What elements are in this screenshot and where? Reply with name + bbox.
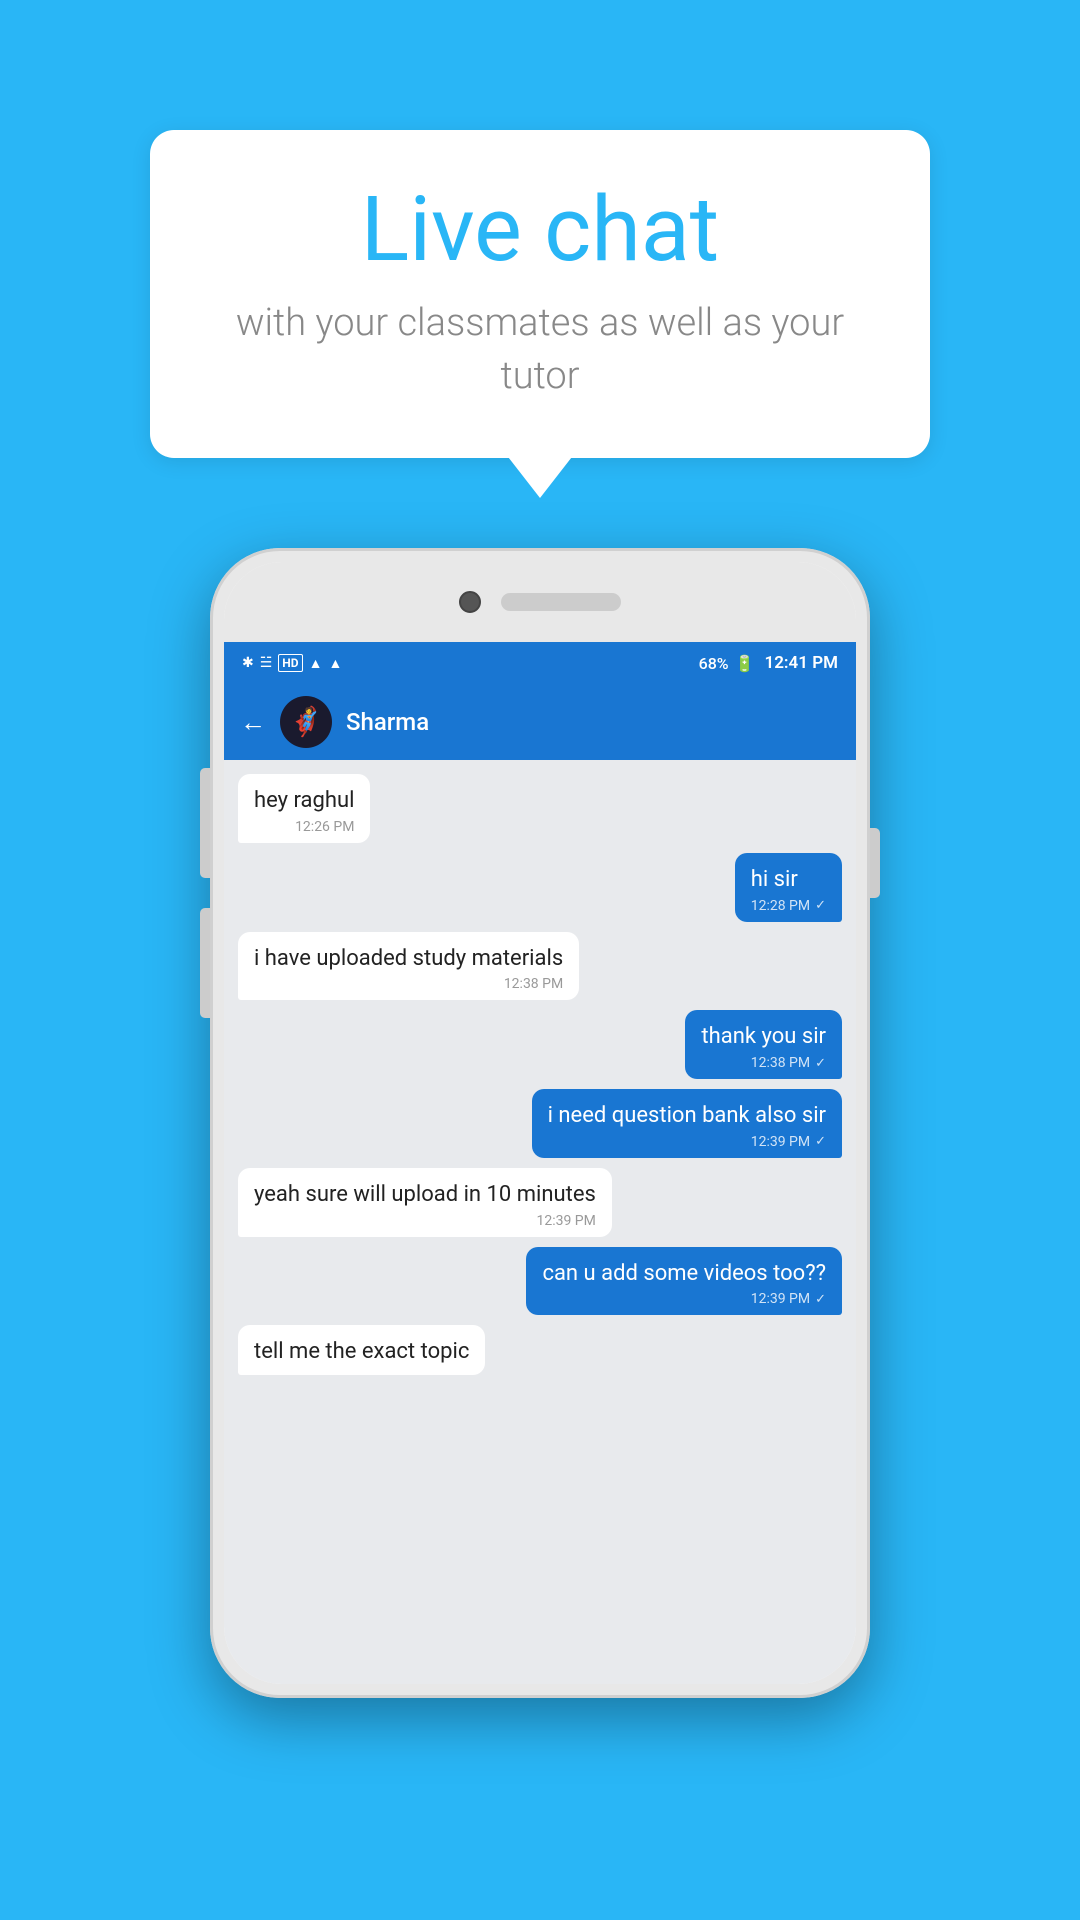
status-left-icons: ✱ ☱ HD ▲ ▲ [242, 654, 342, 672]
message-time: 12:39 PM [751, 1291, 810, 1307]
message-time: 12:28 PM [751, 898, 810, 914]
signal-icon: ☱ [260, 655, 273, 671]
message-time: 12:39 PM [751, 1134, 810, 1150]
message-row: hey raghul 12:26 PM [238, 774, 842, 843]
message-row: yeah sure will upload in 10 minutes 12:39… [238, 1168, 842, 1237]
chat-messages: hey raghul 12:26 PM hi sir 12:28 PM ✓ i have … [224, 760, 856, 1684]
bubble-subtitle: with your classmates as well as your tut… [220, 297, 860, 403]
bubble-title: Live chat [220, 180, 860, 279]
message-row: i need question bank also sir 12:39 PM ✓ [238, 1089, 842, 1158]
hd-icon: HD [278, 654, 302, 672]
message-meta: 12:38 PM ✓ [701, 1055, 826, 1071]
message-bubble: tell me the exact topic [238, 1325, 485, 1375]
message-text: i need question bank also sir [548, 1101, 826, 1131]
bluetooth-icon: ✱ [242, 655, 254, 671]
message-bubble: yeah sure will upload in 10 minutes 12:39… [238, 1168, 612, 1237]
phone-inner: ✱ ☱ HD ▲ ▲ 68% 🔋 12:41 PM ← [224, 562, 856, 1684]
phone-speaker [501, 593, 621, 611]
message-time: 12:39 PM [536, 1213, 595, 1229]
phone-top-bezel [224, 562, 856, 642]
message-checkmark: ✓ [815, 1056, 826, 1071]
signal2-icon: ▲ [328, 655, 342, 672]
phone-outer: ✱ ☱ HD ▲ ▲ 68% 🔋 12:41 PM ← [210, 548, 870, 1698]
status-bar: ✱ ☱ HD ▲ ▲ 68% 🔋 12:41 PM [224, 642, 856, 684]
message-row: tell me the exact topic [238, 1325, 842, 1375]
message-row: thank you sir 12:38 PM ✓ [238, 1010, 842, 1079]
message-meta: 12:28 PM ✓ [751, 898, 826, 914]
message-checkmark: ✓ [815, 1134, 826, 1149]
message-text: can u add some videos too?? [542, 1259, 826, 1289]
message-meta: 12:39 PM [254, 1213, 596, 1229]
message-text: tell me the exact topic [254, 1337, 469, 1367]
message-text: hey raghul [254, 786, 354, 816]
status-right: 68% 🔋 12:41 PM [699, 653, 838, 673]
battery-percent: 68% [699, 654, 729, 673]
phone-mockup: ✱ ☱ HD ▲ ▲ 68% 🔋 12:41 PM ← [210, 548, 870, 1698]
message-row: can u add some videos too?? 12:39 PM ✓ [238, 1247, 842, 1316]
message-time: 12:38 PM [504, 976, 563, 992]
chat-header: ← 🦸 Sharma [224, 684, 856, 760]
message-checkmark: ✓ [815, 898, 826, 913]
front-camera [459, 591, 481, 613]
battery-icon: 🔋 [735, 654, 755, 673]
wifi-icon: ▲ [309, 655, 323, 672]
message-bubble: i need question bank also sir 12:39 PM ✓ [532, 1089, 842, 1158]
message-text: yeah sure will upload in 10 minutes [254, 1180, 596, 1210]
message-bubble: hi sir 12:28 PM ✓ [735, 853, 842, 922]
message-time: 12:26 PM [295, 819, 354, 835]
message-text: i have uploaded study materials [254, 944, 563, 974]
message-meta: 12:38 PM [254, 976, 563, 992]
message-time: 12:38 PM [751, 1055, 810, 1071]
message-bubble: can u add some videos too?? 12:39 PM ✓ [526, 1247, 842, 1316]
status-time: 12:41 PM [765, 653, 839, 673]
message-row: i have uploaded study materials 12:38 PM [238, 932, 842, 1001]
message-bubble: hey raghul 12:26 PM [238, 774, 370, 843]
message-meta: 12:26 PM [254, 819, 354, 835]
message-bubble: i have uploaded study materials 12:38 PM [238, 932, 579, 1001]
back-button[interactable]: ← [240, 707, 266, 738]
message-text: thank you sir [701, 1022, 826, 1052]
contact-name: Sharma [346, 708, 429, 736]
speech-bubble: Live chat with your classmates as well a… [150, 130, 930, 458]
message-checkmark: ✓ [815, 1292, 826, 1307]
contact-avatar: 🦸 [280, 696, 332, 748]
message-bubble: thank you sir 12:38 PM ✓ [685, 1010, 842, 1079]
message-row: hi sir 12:28 PM ✓ [238, 853, 842, 922]
message-meta: 12:39 PM ✓ [542, 1291, 826, 1307]
avatar-icon: 🦸 [289, 708, 324, 736]
message-text: hi sir [751, 865, 826, 895]
message-meta: 12:39 PM ✓ [548, 1134, 826, 1150]
phone-screen: ✱ ☱ HD ▲ ▲ 68% 🔋 12:41 PM ← [224, 642, 856, 1684]
